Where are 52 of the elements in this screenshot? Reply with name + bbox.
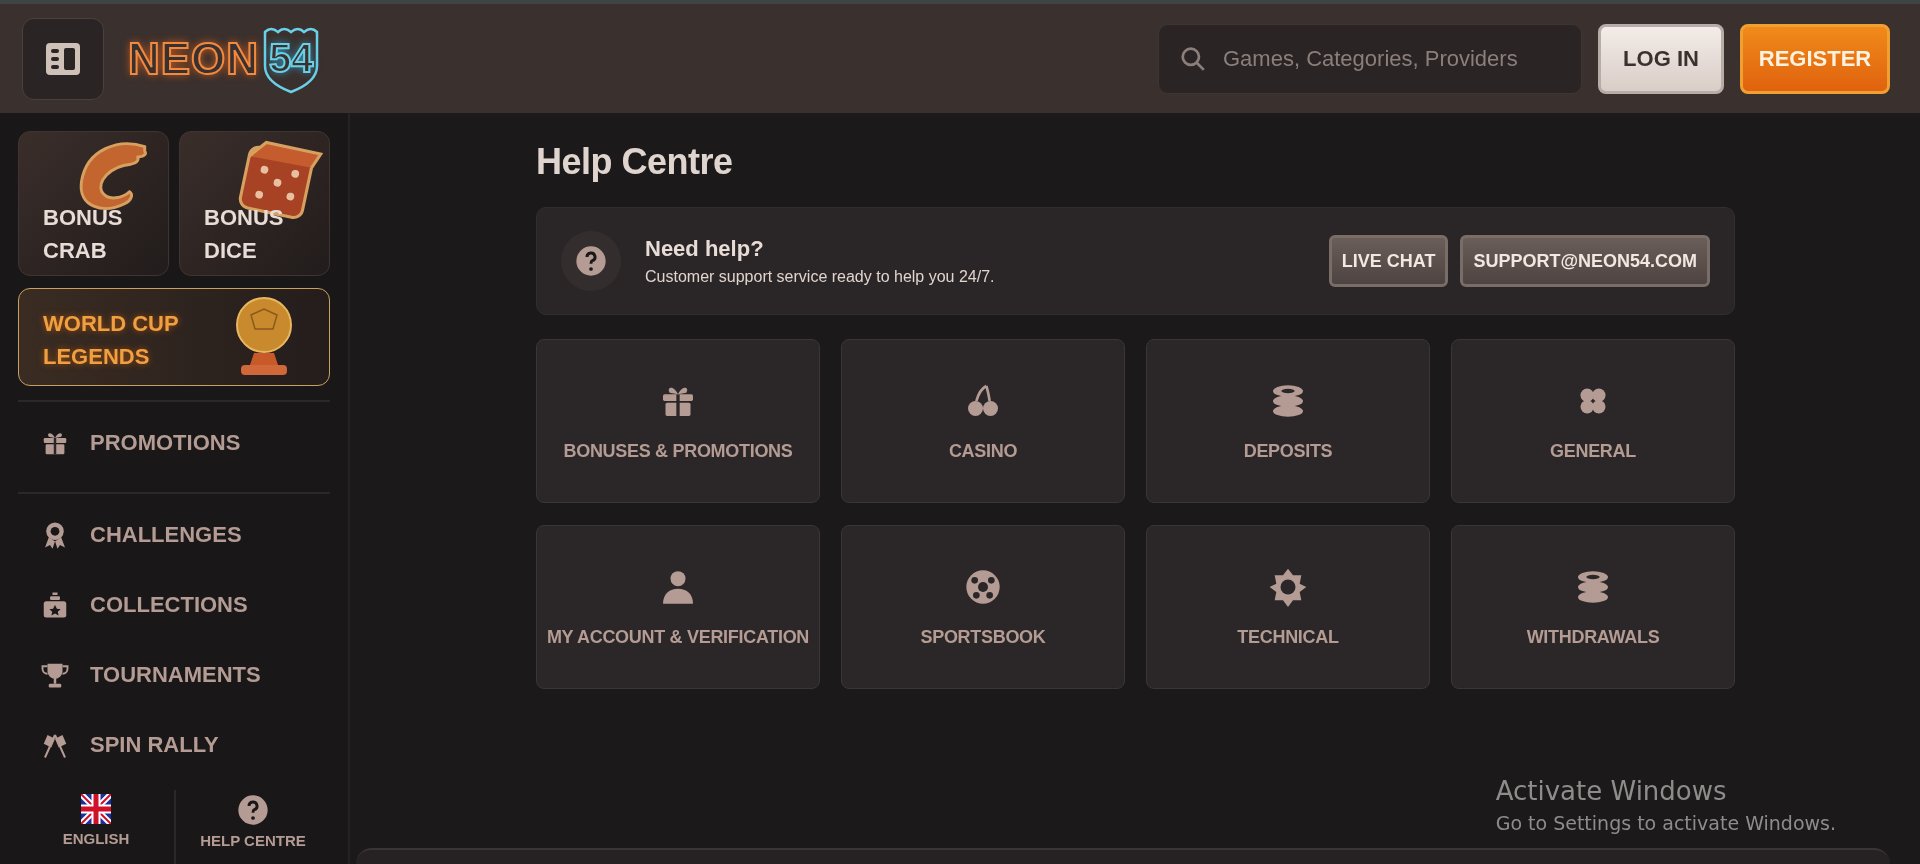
nav-label: CHALLENGES [90, 522, 242, 548]
category-tile[interactable]: CASINO [841, 339, 1125, 503]
category-tile[interactable]: MY ACCOUNT & VERIFICATION [536, 525, 820, 689]
nav-item[interactable]: COLLECTIONS [18, 570, 330, 640]
category-tile[interactable]: TECHNICAL [1146, 525, 1430, 689]
category-label: GENERAL [1550, 440, 1636, 462]
logo-number: 54 [268, 36, 314, 81]
live-chat-button[interactable]: LIVE CHAT [1328, 235, 1449, 287]
promo-title: WORLD CUP LEGENDS [43, 310, 179, 371]
footer-link[interactable]: ENGLISH [62, 830, 130, 847]
activation-text: Go to Settings to activate Windows. [1495, 812, 1836, 834]
category-label: DEPOSITS [1243, 440, 1333, 462]
support-email-button[interactable]: SUPPORT@NEON54.COM [1460, 235, 1710, 287]
gear-icon [1268, 566, 1308, 607]
nav-item[interactable]: TOURNAMENTS [18, 640, 330, 710]
login-button[interactable]: LOG IN [1598, 23, 1724, 94]
promo-card[interactable]: BONUS DICE [179, 131, 330, 276]
banner-title: Need help? [645, 236, 765, 262]
help-icon [575, 245, 607, 277]
category-tile[interactable]: SPORTSBOOK [841, 525, 1125, 689]
category-label: SPORTSBOOK [920, 626, 1046, 648]
promo-title: BONUS CRAB [43, 204, 123, 265]
search-field[interactable]: Games, Categories, Providers [1158, 23, 1582, 94]
category-label: CASINO [948, 440, 1018, 462]
category-label: MY ACCOUNT & VERIFICATION [546, 626, 810, 648]
flag-icon [81, 794, 111, 824]
category-label: BONUSES & PROMOTIONS [563, 440, 793, 462]
category-label: WITHDRAWALS [1526, 626, 1660, 648]
logo-text: NEON [128, 33, 260, 84]
category-tile[interactable]: WITHDRAWALS [1451, 525, 1735, 689]
nav-label: PROMOTIONS [90, 430, 241, 456]
panel-icon [44, 40, 82, 77]
category-tile[interactable]: BONUSES & PROMOTIONS [536, 339, 820, 503]
promo-card[interactable]: WORLD CUP LEGENDS [18, 288, 330, 386]
nav-item[interactable]: PROMOTIONS [18, 408, 330, 478]
promo-card[interactable]: BONUS CRAB [18, 131, 169, 276]
nav-item[interactable]: CHALLENGES [18, 500, 330, 570]
nav-label: SPIN RALLY [90, 732, 219, 758]
nav-item[interactable]: SPIN RALLY [18, 710, 330, 780]
sidebar-toggle-button[interactable] [22, 17, 104, 100]
promo-title: BONUS DICE [204, 204, 284, 265]
footer-link[interactable]: HELP CENTRE [200, 832, 306, 849]
help-icon [237, 794, 269, 826]
page-title: Help Centre [536, 141, 734, 183]
category-tile[interactable]: DEPOSITS [1146, 339, 1430, 503]
activation-title: Activate Windows [1495, 776, 1728, 806]
search-icon [1180, 45, 1206, 72]
category-label: TECHNICAL [1237, 626, 1339, 648]
nav-label: COLLECTIONS [90, 592, 248, 618]
nav-label: TOURNAMENTS [90, 662, 261, 688]
banner-text: Customer support service ready to help you 24/7. [645, 268, 996, 286]
category-tile[interactable]: GENERAL [1451, 339, 1735, 503]
